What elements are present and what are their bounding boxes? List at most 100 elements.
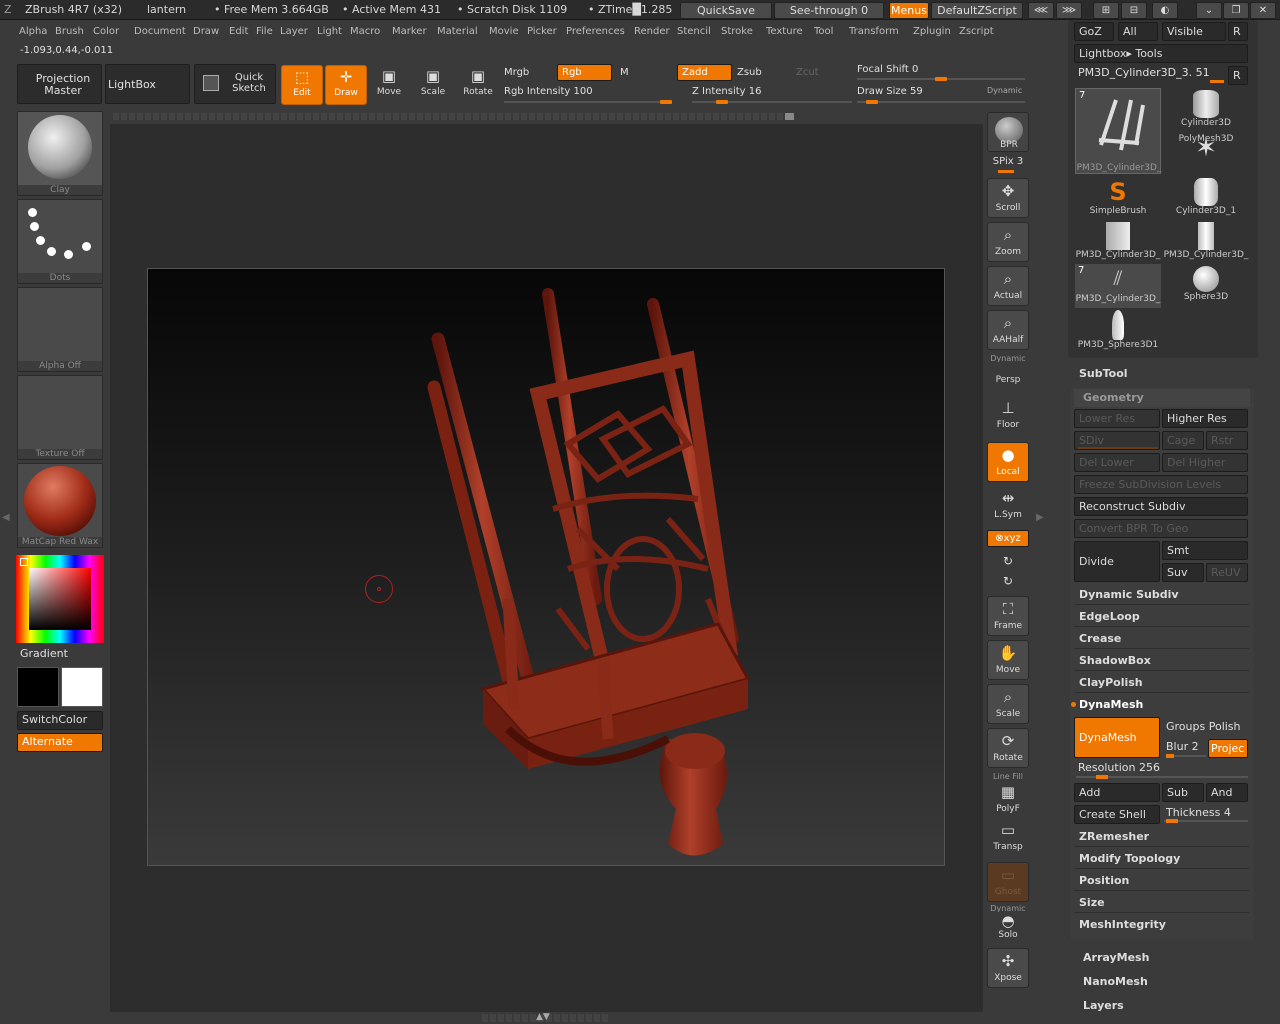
menu-brush[interactable]: Brush [55,26,84,37]
menu-macro[interactable]: Macro [350,26,380,37]
edit-button[interactable]: ⬚ Edit [281,65,323,105]
scroll-button[interactable]: ✥ Scroll [987,178,1029,218]
menu-preferences[interactable]: Preferences [566,26,625,37]
menu-render[interactable]: Render [634,26,670,37]
canvas-scroll-thumb[interactable] [785,113,794,120]
z-intensity-slider[interactable] [692,100,852,104]
del-higher-button[interactable]: Del Higher [1162,453,1248,472]
focal-shift-slider[interactable] [857,77,1025,81]
texture-thumbnail[interactable]: Texture Off [17,375,103,460]
actual-button[interactable]: ⌕ Actual [987,266,1029,306]
layout-icon[interactable]: ⋘ [1028,2,1054,19]
right-tray-toggle-icon[interactable]: ▶ [1036,512,1044,523]
nanomesh-header[interactable]: NanoMesh [1078,972,1253,992]
project-button[interactable]: Projec [1208,739,1248,758]
restore-icon[interactable]: ❐ [1223,2,1249,19]
gradient-label[interactable]: Gradient [20,647,68,660]
color-picker[interactable] [16,555,104,643]
tool-thumb-6[interactable]: PM3D_Cylinder3D_ [1163,220,1249,264]
zsub-button[interactable]: Zsub [737,67,762,78]
material-thumbnail[interactable]: MatCap Red Wax [17,463,103,548]
dynamic-label[interactable]: Dynamic [987,86,1022,95]
menu-texture[interactable]: Texture [766,26,803,37]
groups-polish-button[interactable]: Groups Polish [1166,720,1241,733]
xyz-button[interactable]: ⊗xyz [987,530,1029,547]
blur-slider[interactable]: Blur 2 [1166,740,1199,753]
resolution-slider[interactable]: Resolution 256 [1078,761,1160,774]
zoom-button[interactable]: ⌕ Zoom [987,222,1029,262]
lsym-button[interactable]: ⇹ L.Sym [987,486,1029,526]
arraymesh-header[interactable]: ArrayMesh [1078,948,1253,968]
add-button[interactable]: Add [1074,783,1160,802]
and-button[interactable]: And [1206,783,1248,802]
rgb-intensity-knob[interactable] [660,100,672,104]
rotate-z-icon[interactable]: ↻ [987,574,1029,588]
claypolish-button[interactable]: ClayPolish [1074,673,1249,693]
quick-sketch-button[interactable]: Quick Sketch [194,64,276,104]
mrgb-button[interactable]: Mrgb [504,67,529,78]
size-button[interactable]: Size [1074,893,1249,913]
frame-button[interactable]: ⛶ Frame [987,596,1029,636]
ui-layout-alt-icon[interactable]: ⊟ [1121,2,1147,19]
tool-thumb-2[interactable]: ✶ PolyMesh3D [1163,132,1249,176]
rotate-button[interactable]: ▣ Rotate [457,65,499,105]
menu-picker[interactable]: Picker [527,26,557,37]
quicksave-button[interactable]: QuickSave [680,2,772,19]
secondary-color-swatch[interactable] [61,667,103,707]
create-shell-button[interactable]: Create Shell [1074,805,1160,824]
lower-res-button[interactable]: Lower Res [1074,409,1160,428]
menu-transform[interactable]: Transform [849,26,899,37]
focal-shift-knob[interactable] [935,77,947,81]
menu-draw[interactable]: Draw [193,26,219,37]
menu-layer[interactable]: Layer [280,26,308,37]
close-icon[interactable]: ✕ [1250,2,1276,19]
left-tray-toggle-icon[interactable]: ◀ [2,512,10,523]
default-zscript-button[interactable]: DefaultZScript [931,2,1023,19]
minimize-icon[interactable]: ⌄ [1196,2,1222,19]
bpr-button[interactable]: BPR [987,112,1029,152]
menu-light[interactable]: Light [317,26,342,37]
geometry-header[interactable]: Geometry [1074,389,1250,407]
all-button[interactable]: All [1118,22,1158,41]
ui-layout-icon[interactable]: ⊞ [1093,2,1119,19]
rotate-view-button[interactable]: ⟳ Rotate [987,728,1029,768]
tool-thumb-0[interactable]: 7 PM3D_Cylinder3D_ [1075,88,1161,174]
goz-r-button[interactable]: R [1228,22,1248,41]
brush-thumbnail[interactable]: Clay [17,111,103,196]
meshintegrity-button[interactable]: MeshIntegrity [1074,915,1249,935]
solo-button[interactable]: ◓ Solo [987,912,1029,944]
menu-stencil[interactable]: Stencil [677,26,711,37]
spix-label[interactable]: SPix 3 [987,156,1029,167]
draw-button[interactable]: ✛ Draw [325,65,367,105]
tool-thumb-1[interactable]: Cylinder3D [1163,88,1249,132]
zcut-button[interactable]: Zcut [796,67,819,78]
menu-document[interactable]: Document [134,26,186,37]
spix-slider-knob[interactable] [998,170,1014,173]
tool-thumb-5[interactable]: PM3D_Cylinder3D_ [1075,220,1161,264]
rgb-intensity-slider[interactable] [504,100,672,104]
layers-header[interactable]: Layers [1078,996,1253,1016]
tool-thumb-3[interactable]: S SimpleBrush [1075,176,1161,220]
tray-toggle-icon[interactable]: ▲▼ [536,1012,550,1022]
rstr-button[interactable]: Rstr [1206,431,1248,450]
persp-button[interactable]: Persp [987,362,1029,392]
switch-color-button[interactable]: SwitchColor [17,711,103,730]
dynamesh-header[interactable]: DynaMesh [1074,695,1249,715]
rotate-y-icon[interactable]: ↻ [987,554,1029,568]
crease-button[interactable]: Crease [1074,629,1249,649]
goz-button[interactable]: GoZ [1074,22,1114,41]
layout-alt-icon[interactable]: ⋙ [1056,2,1082,19]
aahalf-button[interactable]: ⌕ AAHalf [987,310,1029,350]
menu-stroke[interactable]: Stroke [721,26,753,37]
lightbox-tools-button[interactable]: Lightbox▸ Tools [1074,44,1248,63]
cage-button[interactable]: Cage [1162,431,1204,450]
menu-color[interactable]: Color [93,26,119,37]
dynamic-subdiv-button[interactable]: Dynamic Subdiv [1074,585,1249,605]
tool-thumb-7[interactable]: 7 ⫽ PM3D_Cylinder3D_ [1075,264,1161,308]
scale-view-button[interactable]: ⌕ Scale [987,684,1029,724]
polyf-button[interactable]: ▦ PolyF [987,780,1029,820]
tool-r-button[interactable]: R [1228,66,1248,85]
dynamesh-button[interactable]: DynaMesh [1074,717,1160,758]
menu-zscript[interactable]: Zscript [959,26,994,37]
draw-size-slider[interactable] [857,100,1025,104]
